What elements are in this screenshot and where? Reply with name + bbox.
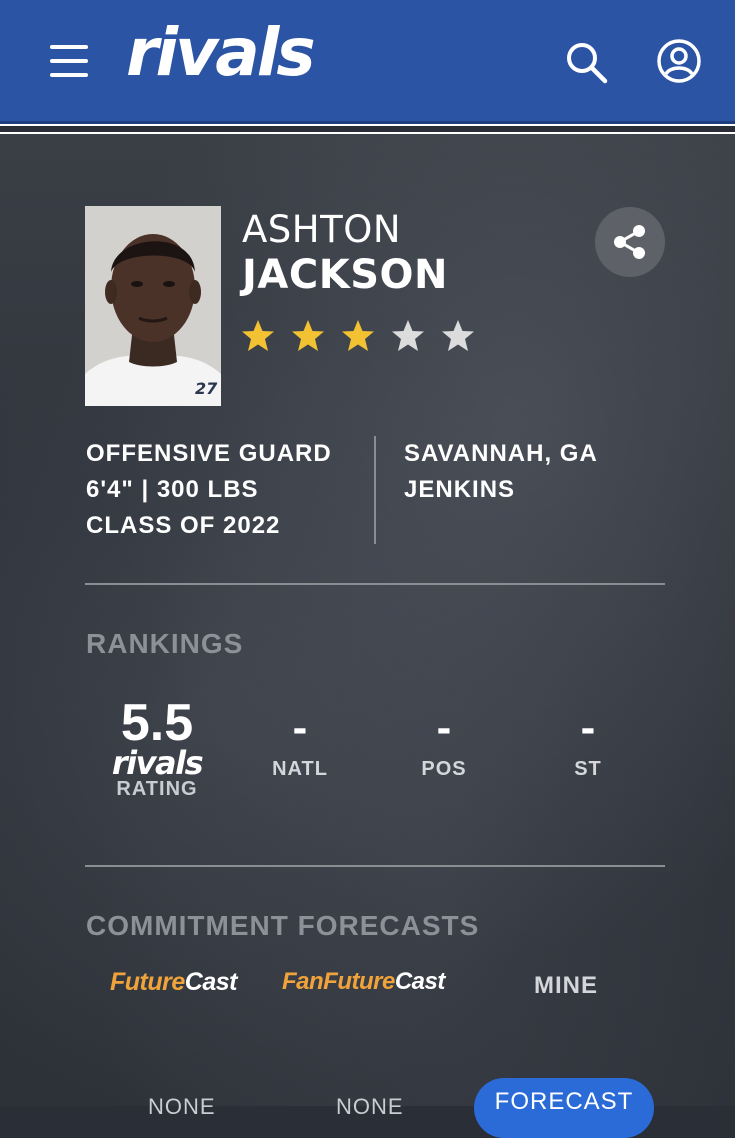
futurecast-cast-text: Cast [184,968,238,996]
star-empty-icon [392,320,424,351]
ranking-position: - POS [394,706,494,781]
player-last-name: JACKSON [242,252,448,298]
tab-futurecast[interactable]: FutureCast [110,968,237,997]
star-filled-icon [242,320,274,351]
share-button[interactable] [595,207,665,277]
ranking-label: ST [574,758,602,780]
ranking-label: POS [421,758,467,780]
player-details: OFFENSIVE GUARD 6'4" | 300 LBS CLASS OF … [86,436,332,544]
rankings-title: RANKINGS [86,628,244,659]
share-icon [614,225,645,259]
jersey-number: 27 [195,379,218,398]
details-divider [374,436,376,544]
commitment-forecasts-title: COMMITMENT FORECASTS [86,910,480,941]
rating-label: RATING [116,778,198,800]
player-measurables: 6'4" | 300 LBS [86,476,259,503]
search-icon[interactable] [564,40,608,84]
tab-fanfuturecast[interactable]: FanFutureCast [282,968,445,996]
account-icon[interactable] [656,38,702,84]
player-position: OFFENSIVE GUARD [86,440,332,467]
player-school: JENKINS [404,476,516,503]
section-divider [85,583,665,585]
top-navigation-bar: rivals [0,0,735,124]
player-class: CLASS OF 2022 [86,512,281,539]
futurecast-future-text: Future [110,968,185,996]
fanfuturecast-none-text: NONE [336,1094,404,1119]
fanfuturecast-cast-text: Cast [394,968,446,995]
ranking-state: - ST [538,706,638,781]
ranking-value: - [436,703,452,752]
section-divider [85,865,665,867]
header-divider [0,124,735,134]
futurecast-none-text: NONE [148,1094,216,1119]
player-hometown: SAVANNAH, GA [404,440,598,467]
ranking-value: - [580,703,596,752]
star-empty-icon [442,320,474,351]
forecast-button[interactable]: FORECAST [474,1078,654,1138]
fanfuturecast-future-text: FanFuture [282,968,395,995]
ranking-value: - [292,703,308,752]
rivals-rating-logo: rivals [111,744,204,782]
ranking-label: NATL [272,758,328,780]
player-headshot: 27 [85,206,221,406]
menu-icon[interactable] [50,45,88,77]
ranking-national: - NATL [250,706,350,781]
tab-mine[interactable]: MINE [534,972,598,1000]
rivals-logo[interactable]: rivals [126,20,316,86]
player-location: SAVANNAH, GA JENKINS [404,436,598,508]
player-first-name: ASHTON [242,208,402,251]
star-filled-icon [342,320,374,351]
star-filled-icon [292,320,324,351]
